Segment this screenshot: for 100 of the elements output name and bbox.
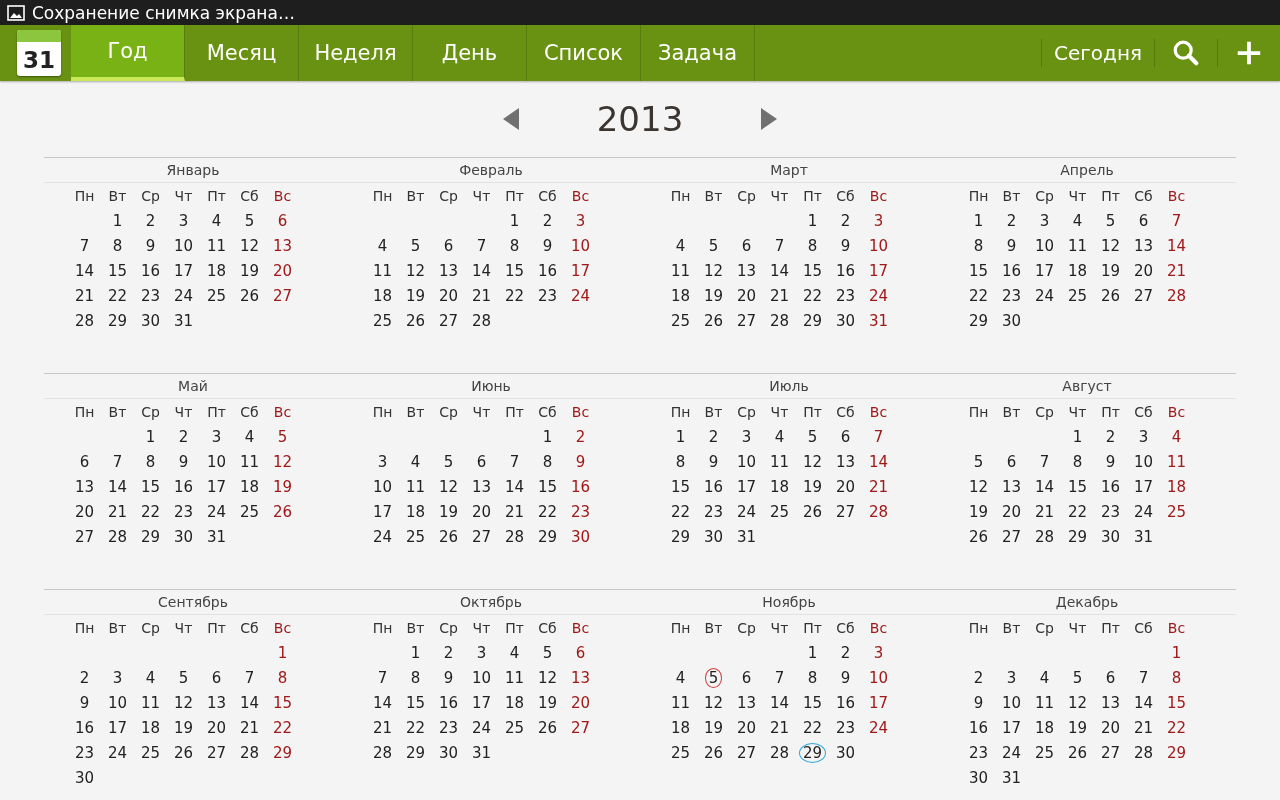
- day-number[interactable]: 26: [405, 311, 426, 330]
- day-number[interactable]: 10: [1133, 452, 1154, 471]
- day-number[interactable]: 15: [537, 477, 558, 496]
- day-number[interactable]: 17: [570, 261, 591, 280]
- day-number[interactable]: 27: [1133, 286, 1154, 305]
- day-number[interactable]: 6: [1105, 668, 1116, 687]
- day-number[interactable]: 13: [570, 668, 591, 687]
- day-number[interactable]: 15: [405, 693, 426, 712]
- day-number[interactable]: 15: [1166, 693, 1187, 712]
- day-number[interactable]: 21: [504, 502, 525, 521]
- day-number[interactable]: 12: [405, 261, 426, 280]
- day-number[interactable]: 7: [377, 668, 388, 687]
- day-number[interactable]: 10: [570, 236, 591, 255]
- day-number[interactable]: 5: [973, 452, 984, 471]
- day-number[interactable]: 8: [112, 236, 123, 255]
- day-number[interactable]: 28: [471, 311, 492, 330]
- day-number[interactable]: 30: [74, 768, 95, 787]
- day-number[interactable]: 9: [1006, 236, 1017, 255]
- day-number[interactable]: 20: [1001, 502, 1022, 521]
- day-number[interactable]: 2: [542, 211, 553, 230]
- day-number[interactable]: 24: [570, 286, 591, 305]
- day-number[interactable]: 10: [173, 236, 194, 255]
- day-number[interactable]: 8: [973, 236, 984, 255]
- day-number[interactable]: 20: [1100, 718, 1121, 737]
- day-number[interactable]: 1: [807, 643, 818, 662]
- day-number[interactable]: 3: [211, 427, 222, 446]
- day-number[interactable]: 8: [807, 236, 818, 255]
- day-number[interactable]: 5: [178, 668, 189, 687]
- day-number[interactable]: 27: [736, 743, 757, 762]
- day-number[interactable]: 30: [173, 527, 194, 546]
- day-number[interactable]: 29: [968, 311, 989, 330]
- day-number[interactable]: 16: [835, 261, 856, 280]
- day-number[interactable]: 30: [703, 527, 724, 546]
- day-number[interactable]: 23: [1001, 286, 1022, 305]
- day-number[interactable]: 27: [272, 286, 293, 305]
- day-number[interactable]: 22: [802, 718, 823, 737]
- day-number[interactable]: 29: [1166, 743, 1187, 762]
- day-number[interactable]: 5: [244, 211, 255, 230]
- day-number[interactable]: 14: [868, 452, 889, 471]
- day-number[interactable]: 27: [1100, 743, 1121, 762]
- day-number[interactable]: 10: [471, 668, 492, 687]
- day-number[interactable]: 15: [272, 693, 293, 712]
- day-number[interactable]: 23: [703, 502, 724, 521]
- day-number[interactable]: 26: [173, 743, 194, 762]
- day-number[interactable]: 15: [802, 261, 823, 280]
- day-number[interactable]: 3: [476, 643, 487, 662]
- day-number[interactable]: 17: [1001, 718, 1022, 737]
- month-title[interactable]: Февраль: [342, 158, 640, 183]
- day-number[interactable]: 16: [703, 477, 724, 496]
- day-number[interactable]: 7: [79, 236, 90, 255]
- day-number[interactable]: 20: [438, 286, 459, 305]
- day-number[interactable]: 4: [1171, 427, 1182, 446]
- day-number[interactable]: 21: [471, 286, 492, 305]
- day-number[interactable]: 16: [173, 477, 194, 496]
- day-number[interactable]: 21: [372, 718, 393, 737]
- day-number[interactable]: 8: [145, 452, 156, 471]
- day-number[interactable]: 10: [206, 452, 227, 471]
- day-number[interactable]: 10: [868, 668, 889, 687]
- day-number[interactable]: 18: [206, 261, 227, 280]
- day-number[interactable]: 3: [112, 668, 123, 687]
- day-number[interactable]: 29: [107, 311, 128, 330]
- month-title[interactable]: Ноябрь: [640, 590, 938, 615]
- day-number[interactable]: 9: [79, 693, 90, 712]
- day-number[interactable]: 8: [542, 452, 553, 471]
- day-number[interactable]: 6: [443, 236, 454, 255]
- day-number[interactable]: 14: [107, 477, 128, 496]
- day-number[interactable]: 9: [840, 236, 851, 255]
- day-number[interactable]: 3: [1039, 211, 1050, 230]
- day-number[interactable]: 12: [968, 477, 989, 496]
- day-number[interactable]: 22: [1166, 718, 1187, 737]
- day-number[interactable]: 20: [736, 286, 757, 305]
- day-number[interactable]: 17: [1034, 261, 1055, 280]
- day-number[interactable]: 6: [575, 643, 586, 662]
- day-number[interactable]: 29: [670, 527, 691, 546]
- day-number[interactable]: 11: [670, 261, 691, 280]
- day-number[interactable]: 25: [1166, 502, 1187, 521]
- day-number[interactable]: 4: [675, 236, 686, 255]
- day-number[interactable]: 23: [1100, 502, 1121, 521]
- day-number[interactable]: 4: [509, 643, 520, 662]
- day-number[interactable]: 20: [835, 477, 856, 496]
- day-number[interactable]: 24: [1133, 502, 1154, 521]
- day-number[interactable]: 19: [438, 502, 459, 521]
- day-number[interactable]: 13: [74, 477, 95, 496]
- day-number[interactable]: 7: [244, 668, 255, 687]
- day-number[interactable]: 3: [575, 211, 586, 230]
- day-number[interactable]: 4: [244, 427, 255, 446]
- day-number[interactable]: 28: [769, 311, 790, 330]
- day-number[interactable]: 12: [1067, 693, 1088, 712]
- day-number[interactable]: 14: [471, 261, 492, 280]
- day-number[interactable]: 20: [570, 693, 591, 712]
- day-number[interactable]: 19: [272, 477, 293, 496]
- month-title[interactable]: Июль: [640, 374, 938, 399]
- day-number[interactable]: 11: [670, 693, 691, 712]
- day-number[interactable]: 6: [79, 452, 90, 471]
- day-number[interactable]: 10: [1034, 236, 1055, 255]
- day-number[interactable]: 10: [736, 452, 757, 471]
- day-number[interactable]: 13: [471, 477, 492, 496]
- day-number[interactable]: 19: [802, 477, 823, 496]
- day-number[interactable]: 15: [1067, 477, 1088, 496]
- day-number[interactable]: 12: [537, 668, 558, 687]
